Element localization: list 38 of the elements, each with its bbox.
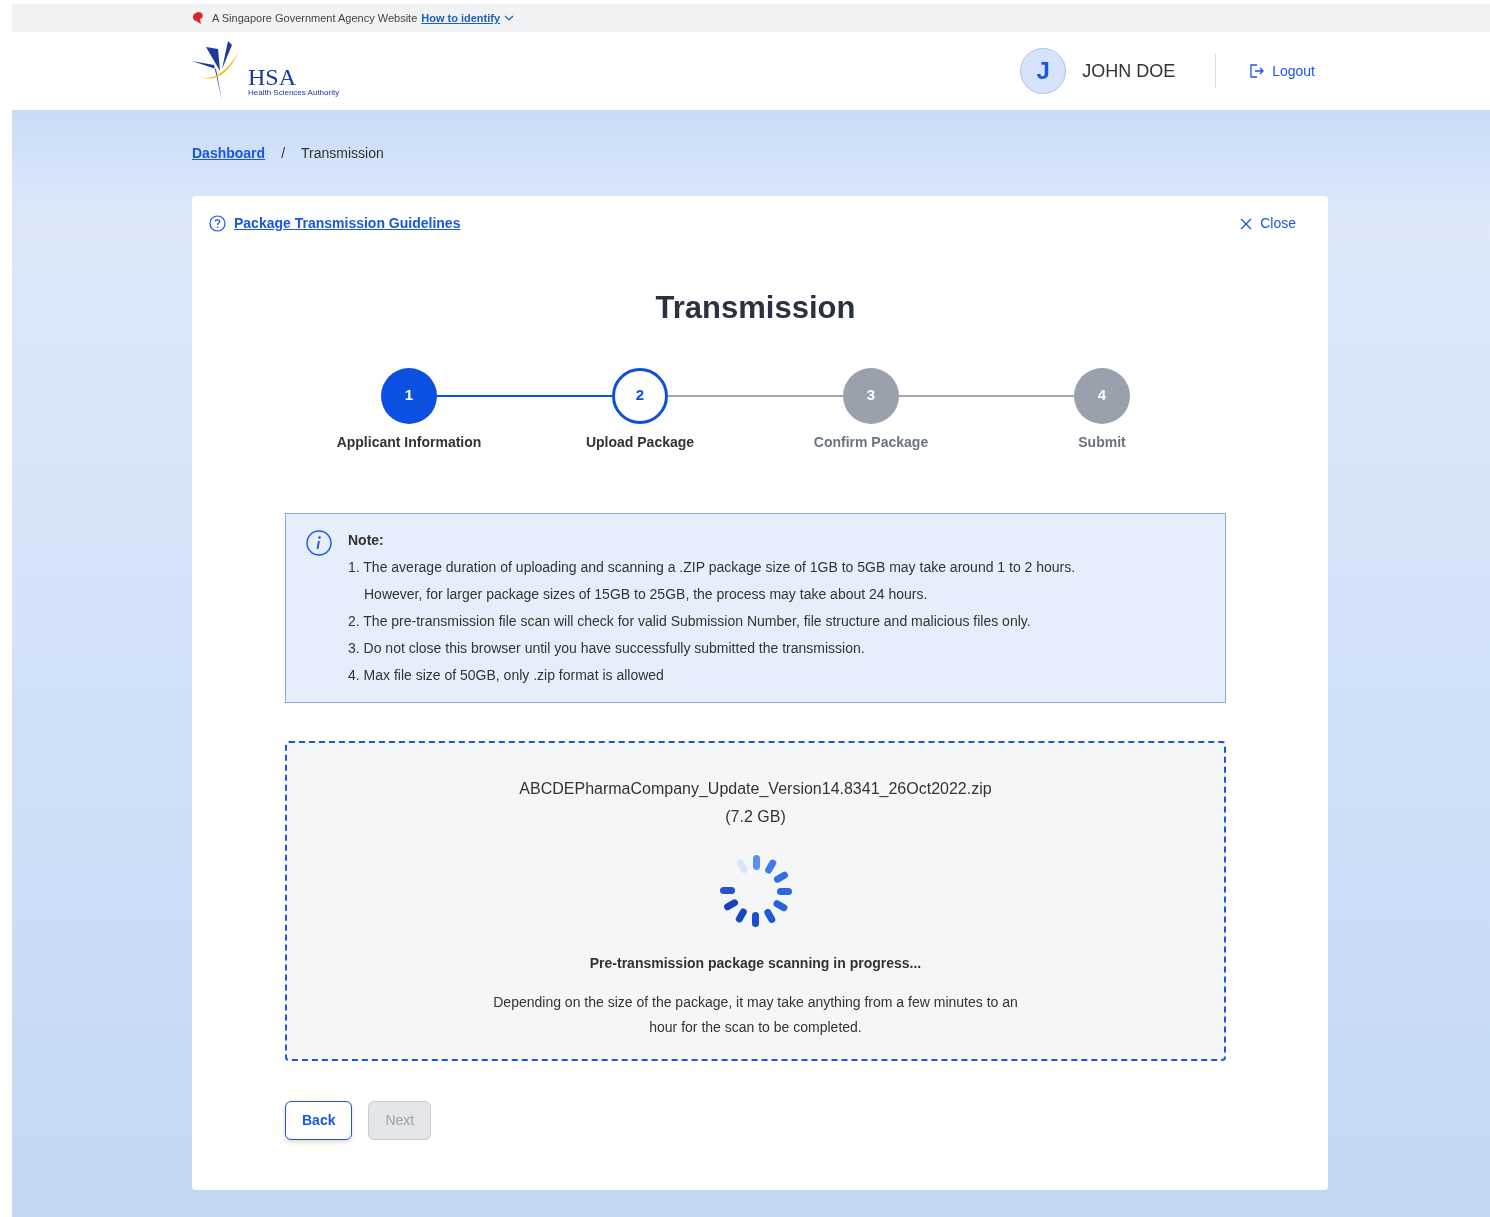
file-size: (7.2 GB) — [725, 806, 786, 827]
info-icon — [306, 529, 332, 556]
breadcrumb-link[interactable]: Dashboard — [192, 142, 266, 164]
note-item: However, for larger package sizes of 15GB to 25GB, the process may take about 24 hours. — [363, 584, 929, 604]
file-name: ABCDEPharmaCompany_Update_Version14.8341_26Oct2022.zip — [519, 778, 992, 799]
note-item: 1. The average duration of uploading and scanning a .ZIP package size of 1GB to 5GB may take around 1 to 2 hours. — [348, 557, 1076, 577]
scan-status-text: Depending on the size of the package, it may take anything from a few minutes to an hour for the scan to be completed. — [492, 992, 1019, 1037]
step-label: Submit — [1078, 432, 1126, 452]
guidelines-link[interactable]: Package Transmission Guidelines — [209, 213, 461, 234]
note-title: Note: — [348, 530, 385, 550]
logo-text: HSA — [248, 65, 297, 89]
chevron-down-icon[interactable] — [504, 15, 515, 21]
step-circle: 4 — [1074, 367, 1130, 424]
close-icon — [1240, 217, 1253, 230]
user-avatar: J — [1020, 48, 1067, 94]
step-label: Confirm Package — [813, 432, 929, 452]
logout-link[interactable]: Logout — [1248, 60, 1315, 82]
logo-subtitle: Health Sciences Authority — [248, 89, 340, 97]
how-to-identify-link[interactable]: How to identify — [421, 9, 501, 27]
note-item: 2. The pre-transmission file scan will check for valid Submission Number, file structure and malicious files only. — [348, 611, 1032, 631]
scan-status-title: Pre-transmission package scanning in progress... — [589, 953, 922, 973]
note-item: 3. Do not close this browser until you have successfully submitted the transmission. — [348, 638, 866, 658]
close-button[interactable]: Close — [1234, 212, 1302, 235]
help-icon — [209, 215, 226, 232]
step-circle: 2 — [612, 367, 668, 424]
logout-icon — [1248, 63, 1265, 79]
user-name: JOHN DOE — [1082, 59, 1176, 83]
page-title: Transmission — [655, 290, 856, 325]
step-circle: 1 — [381, 367, 437, 424]
step-label: Upload Package — [585, 432, 695, 452]
note-item: 4. Max file size of 50GB, only .zip format is allowed — [348, 665, 665, 685]
breadcrumb-separator: / — [281, 143, 285, 163]
step-label: Applicant Information — [336, 432, 482, 452]
spinner-icon — [717, 852, 794, 929]
masthead-text: A Singapore Government Agency Website — [212, 10, 418, 26]
back-button[interactable]: Back — [285, 1100, 353, 1140]
step-circle: 3 — [843, 367, 899, 424]
breadcrumb-current: Transmission — [301, 143, 384, 163]
